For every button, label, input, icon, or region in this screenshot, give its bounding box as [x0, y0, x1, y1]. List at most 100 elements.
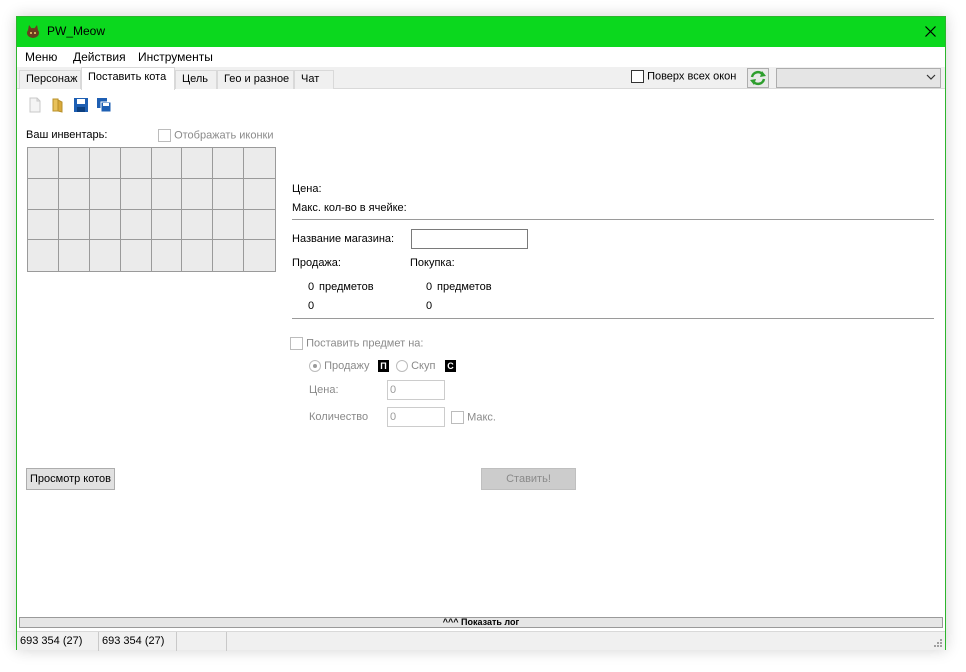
inventory-grid[interactable]: [27, 147, 276, 272]
tab-target[interactable]: Цель: [175, 70, 217, 89]
always-on-top-checkbox[interactable]: Поверх всех окон: [631, 70, 736, 86]
inventory-slot[interactable]: [89, 148, 121, 179]
tab-place-cat[interactable]: Поставить кота: [81, 67, 175, 90]
inventory-slot[interactable]: [121, 240, 152, 271]
sell-radio[interactable]: Продажу: [309, 360, 370, 373]
close-icon: [924, 26, 936, 38]
inventory-slot[interactable]: [182, 240, 214, 271]
inventory-slot[interactable]: [182, 148, 214, 179]
app-window: PW_Meow Меню Действия Инструменты Персон…: [16, 16, 946, 651]
place-item-checkbox[interactable]: Поставить предмет на:: [290, 337, 423, 350]
inventory-slot[interactable]: [182, 209, 214, 241]
inventory-slot[interactable]: [120, 209, 152, 241]
menu-item-actions[interactable]: Действия: [73, 50, 126, 64]
inventory-slot[interactable]: [244, 179, 275, 210]
inventory-slot[interactable]: [244, 210, 275, 241]
sell-count: 0: [308, 281, 315, 293]
inventory-slot[interactable]: [151, 178, 183, 210]
buy-label: Покупка:: [410, 257, 455, 269]
inventory-slot[interactable]: [58, 178, 90, 210]
item-price-label: Цена:: [309, 384, 339, 396]
inventory-slot[interactable]: [152, 240, 183, 271]
status-cell-3: [177, 632, 227, 651]
quantity-input[interactable]: 0: [387, 407, 445, 427]
inventory-slot[interactable]: [90, 240, 121, 271]
place-button[interactable]: Ставить!: [481, 468, 576, 490]
shop-name-input[interactable]: [411, 229, 528, 249]
inventory-slot[interactable]: [151, 209, 183, 241]
tab-geo-misc[interactable]: Гео и разное: [217, 70, 294, 89]
inventory-slot[interactable]: [244, 240, 275, 271]
max-qty-checkbox[interactable]: Макс.: [451, 411, 496, 424]
sell-radio-label: Продажу: [324, 360, 370, 372]
inventory-slot[interactable]: [58, 209, 90, 241]
buy-radio-dot[interactable]: [396, 360, 408, 373]
inventory-slot[interactable]: [28, 178, 59, 210]
save-icon[interactable]: [73, 97, 89, 113]
buy-radio[interactable]: Скуп: [396, 360, 436, 373]
title-bar: PW_Meow: [17, 17, 945, 47]
menu-item-tools[interactable]: Инструменты: [138, 50, 213, 64]
inventory-slot[interactable]: [213, 209, 245, 241]
divider: [292, 318, 934, 319]
status-cell-2: 693 354 (27): [99, 632, 177, 651]
buy-items-word: предметов: [437, 281, 492, 293]
inventory-slot[interactable]: [89, 178, 121, 210]
inventory-slot[interactable]: [120, 148, 152, 179]
show-icons-label: Отображать иконки: [174, 129, 274, 142]
price-label: Цена:: [292, 183, 322, 195]
quantity-label: Количество: [309, 411, 369, 423]
place-item-label: Поставить предмет на:: [306, 337, 424, 350]
inventory-slot[interactable]: [59, 240, 90, 271]
refresh-icon: [750, 70, 766, 86]
divider: [292, 219, 934, 220]
inventory-slot[interactable]: [213, 148, 245, 179]
inventory-slot[interactable]: [213, 240, 245, 271]
status-cell-1: 693 354 (27): [17, 632, 99, 651]
sell-items-word: предметов: [319, 281, 374, 293]
show-log-toggle[interactable]: ^^^ Показать лог: [19, 617, 943, 628]
window-title: PW_Meow: [47, 24, 106, 38]
inventory-slot[interactable]: [120, 178, 152, 210]
inventory-slot[interactable]: [213, 178, 245, 210]
open-folder-icon[interactable]: [50, 97, 66, 113]
close-button[interactable]: [915, 17, 945, 47]
new-file-icon[interactable]: [27, 97, 43, 113]
always-on-top-box[interactable]: [631, 70, 644, 83]
max-qty-box[interactable]: [451, 411, 464, 424]
tab-chat[interactable]: Чат: [294, 70, 334, 89]
tab-character[interactable]: Персонаж: [19, 70, 81, 89]
resize-grip-icon[interactable]: [933, 638, 943, 648]
buy-count: 0: [426, 281, 433, 293]
inventory-slot[interactable]: [28, 209, 59, 241]
always-on-top-label: Поверх всех окон: [647, 70, 737, 83]
buy-hotkey-badge: С: [445, 360, 456, 372]
show-icons-box[interactable]: [158, 129, 171, 142]
place-item-box[interactable]: [290, 337, 303, 350]
sell-sum: 0: [308, 300, 315, 312]
inventory-slot[interactable]: [58, 148, 90, 179]
show-icons-checkbox[interactable]: Отображать иконки: [158, 129, 273, 142]
inventory-slot[interactable]: [151, 148, 183, 179]
inventory-slot[interactable]: [28, 240, 59, 271]
menu-item-menu[interactable]: Меню: [25, 50, 57, 64]
inventory-slot[interactable]: [89, 209, 121, 241]
tab-bar: Персонаж Поставить кота Цель Гео и разно…: [17, 67, 945, 90]
inventory-label: Ваш инвентарь:: [26, 129, 108, 141]
max-per-cell-label: Макс. кол-во в ячейке:: [292, 202, 407, 214]
status-bar: 693 354 (27) 693 354 (27): [17, 631, 945, 651]
character-select[interactable]: [776, 68, 941, 88]
item-price-input[interactable]: 0: [387, 380, 445, 400]
place-cat-panel: Ваш инвентарь: Отображать иконки Цена: М…: [17, 89, 945, 615]
buy-sum: 0: [426, 300, 433, 312]
inventory-slot[interactable]: [182, 178, 214, 210]
buy-radio-label: Скуп: [411, 360, 436, 372]
shop-name-label: Название магазина:: [292, 233, 395, 245]
view-cats-button[interactable]: Просмотр котов: [26, 468, 115, 490]
inventory-slot[interactable]: [28, 148, 59, 179]
inventory-slot[interactable]: [244, 148, 275, 179]
refresh-button[interactable]: [747, 68, 769, 88]
sell-label: Продажа:: [292, 257, 341, 269]
sell-radio-dot[interactable]: [309, 360, 321, 373]
save-all-icon[interactable]: [96, 97, 112, 113]
